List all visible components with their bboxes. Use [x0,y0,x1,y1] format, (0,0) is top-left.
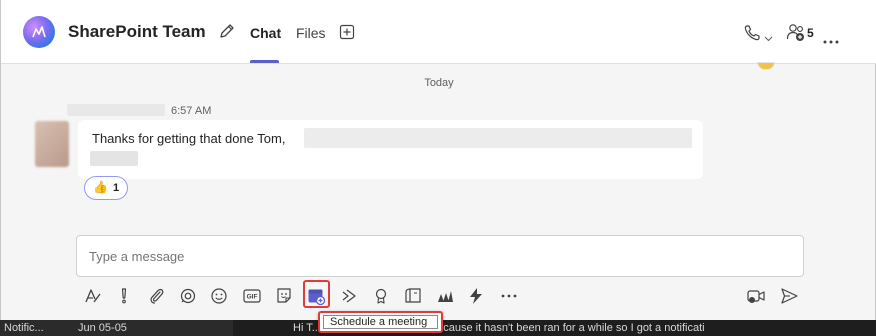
reaction-emoji-partial [757,62,775,70]
participants-icon[interactable] [786,23,807,47]
tab-chat[interactable]: Chat [250,25,281,41]
taskbar-left: Notific... Jun 05-05 [0,320,233,336]
praise-icon[interactable] [371,286,391,306]
call-icon[interactable] [743,24,761,47]
message-redacted-text [304,128,692,148]
chat-title[interactable]: SharePoint Team [68,22,206,42]
tooltip-label: Schedule a meeting [330,316,428,328]
teams-window: SharePoint Team Chat Files 5 Today 6:57 … [0,0,876,320]
message-redacted-text [90,151,138,166]
gif-icon[interactable]: GIF [242,286,262,306]
message-input[interactable] [89,249,689,264]
emoji-icon[interactable] [209,286,229,306]
sender-avatar[interactable] [35,121,69,167]
sticker-icon[interactable] [274,286,294,306]
tab-files[interactable]: Files [296,25,326,41]
team-avatar[interactable] [23,16,55,48]
sender-name-redacted [67,104,165,116]
day-separator: Today [424,77,454,89]
message-bubble[interactable]: Thanks for getting that done Tom, [78,120,703,179]
meet-now-icon[interactable] [746,286,766,306]
tab-selected-indicator [250,60,279,63]
thumbs-up-icon: 👍 [93,180,108,194]
svg-text:GIF: GIF [247,294,258,301]
edit-name-icon[interactable] [218,23,235,45]
message-text: Thanks for getting that done Tom, [92,131,286,146]
loop-icon[interactable] [178,286,198,306]
format-icon[interactable] [83,286,103,306]
important-icon[interactable] [114,286,134,306]
send-icon[interactable] [779,286,799,306]
compose-box[interactable] [76,235,804,277]
schedule-meeting-tooltip: Schedule a meeting [318,311,443,333]
taskbar-item[interactable]: Notific... [4,322,44,334]
more-options-icon[interactable] [823,31,839,49]
schedule-meeting-icon[interactable] [306,286,326,306]
more-options-icon[interactable] [499,286,519,306]
forms-icon[interactable] [435,286,455,306]
message-timestamp: 6:57 AM [171,105,212,117]
reaction-pill[interactable]: 👍 1 [84,176,128,200]
reaction-count: 1 [113,182,120,194]
approvals-icon[interactable] [466,286,486,306]
team-logo-icon [32,26,46,38]
attach-icon[interactable] [147,286,167,306]
whiteboard-icon[interactable] [403,286,423,306]
participant-count[interactable]: 5 [807,26,814,40]
call-options-chevron-icon[interactable] [764,29,773,47]
chat-header: SharePoint Team Chat Files 5 [1,0,876,64]
add-tab-icon[interactable] [339,24,355,45]
taskbar-item[interactable]: Jun 05-05 [78,322,127,334]
stream-icon[interactable] [339,286,359,306]
